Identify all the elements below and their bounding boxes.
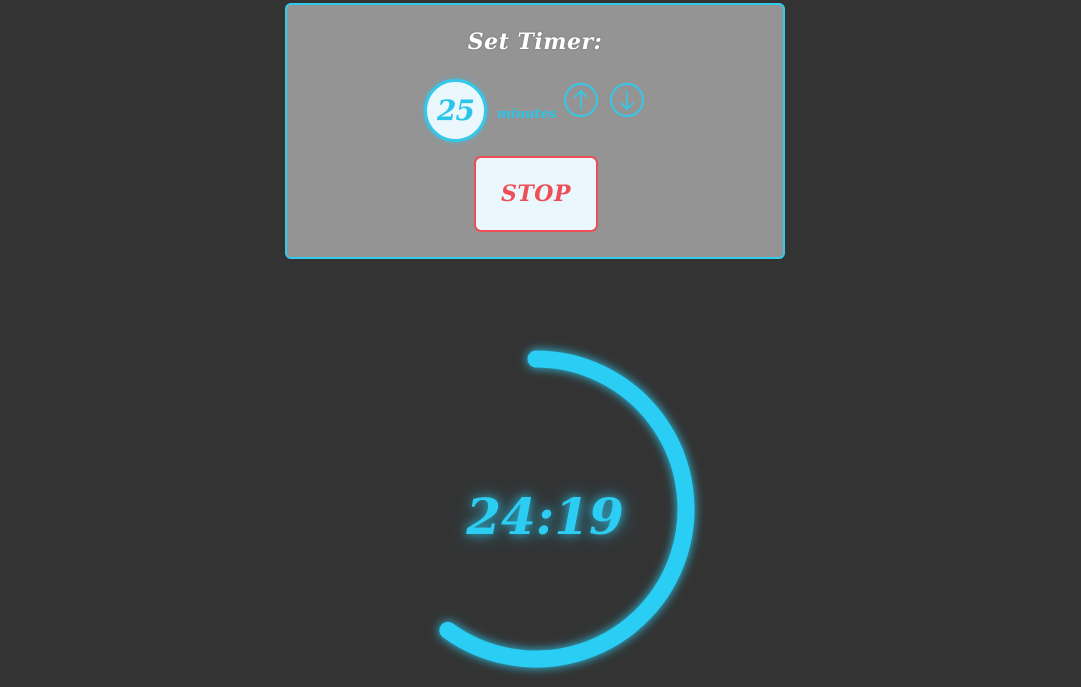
set-timer-panel: Set Timer: 25 minutes STOP [285, 3, 785, 259]
stop-button[interactable]: STOP [474, 156, 598, 232]
minutes-value-badge: 25 [424, 79, 487, 142]
countdown-ring: 24:19 [365, 337, 715, 687]
increase-minutes-button[interactable] [564, 83, 598, 117]
countdown-time: 24:19 [466, 487, 624, 546]
arrow-up-icon [573, 89, 589, 111]
set-timer-title: Set Timer: [467, 29, 603, 55]
minutes-label: minutes [497, 107, 557, 122]
decrease-minutes-button[interactable] [610, 83, 644, 117]
arrow-down-icon [619, 89, 635, 111]
